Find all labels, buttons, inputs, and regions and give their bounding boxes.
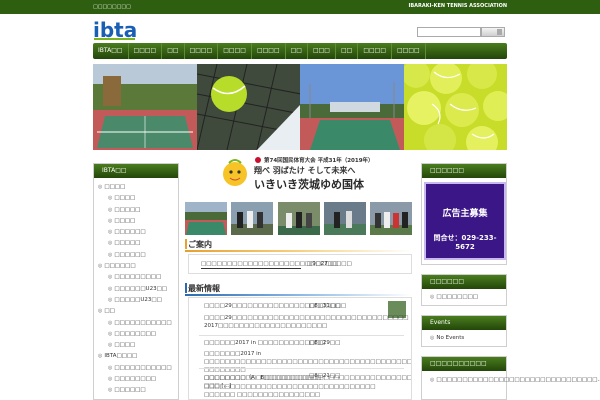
- sidebar-left-title: IBTA□□: [94, 164, 178, 178]
- links-widget: □□□□□□ □□□□□□□□: [421, 274, 507, 306]
- news-item-date: □8□31□□: [309, 303, 341, 309]
- ibta-logo-icon: ibta: [93, 19, 137, 41]
- ad-headline: 広告主募集: [442, 209, 488, 219]
- ad-widget-title: □□□□□□: [422, 164, 506, 178]
- events-widget: Events No Events: [421, 315, 507, 347]
- links-widget-title: □□□□□□: [422, 275, 506, 289]
- notice-date: □9□27□□: [307, 261, 339, 267]
- notice-box: □□□□□□□□□□□□□□□□□□□□□□□□□□□□□ □9□27□□: [188, 254, 412, 274]
- kokutai-banner[interactable]: 第74回国民体育大会 平成31年（2019年） 翔べ 羽ばたけ そして未来へ い…: [220, 155, 378, 191]
- news-item-excerpt: □□□□□□□□□□□□□□□□□□□□□□□□□□□□□□□□□ □□□□□□…: [204, 384, 376, 398]
- hero-photo-ball-net: [196, 64, 300, 150]
- thumbnail-photo[interactable]: [231, 202, 274, 235]
- news-item-title[interactable]: □□□□□□2017 in □□□□□□□□□□□□□: [204, 340, 325, 346]
- sidebar-link[interactable]: □□□□: [98, 193, 176, 204]
- nav-item[interactable]: □□□□: [358, 43, 393, 59]
- links-widget-item[interactable]: □□□□□□□□: [422, 294, 506, 300]
- nav-item[interactable]: □□: [286, 43, 308, 59]
- nav-item[interactable]: □□□□: [392, 43, 426, 59]
- sidebar-category[interactable]: □□: [98, 306, 176, 317]
- nav-item[interactable]: □□□□: [185, 43, 219, 59]
- main-nav: IBTA□□ □□□□ □□ □□□□ □□□□ □□□□ □□ □□□ □□ □□□□ □□□□: [93, 43, 507, 59]
- banner-line2: 翔べ 羽ばたけ そして未来へ: [254, 166, 356, 175]
- posts-widget-item[interactable]: □□□□□□□□□□□□□□□□□□□□□□□□□□□□□□□...: [422, 376, 600, 384]
- sidebar-link[interactable]: □□□□□□: [98, 250, 176, 261]
- sidebar-link[interactable]: □□□□□□□□□□□: [98, 363, 176, 374]
- ad-phone: 問合せ：029-233-5672: [433, 234, 497, 251]
- thumbnail-photo[interactable]: [277, 202, 320, 235]
- thumbnail-photo[interactable]: [185, 202, 227, 235]
- advertiser-wanted-banner[interactable]: 広告主募集 問合せ：029-233-5672: [424, 182, 506, 260]
- sidebar-category[interactable]: □□□□□□: [98, 261, 176, 272]
- notice-link-underline: [201, 268, 301, 269]
- site-logo[interactable]: ibta: [93, 19, 137, 41]
- posts-widget: □□□□□□□□□□ □□□□□□□□□□□□□□□□□□□□□□□□□□□□□…: [421, 356, 600, 400]
- sidebar-link[interactable]: □□□□□□: [98, 227, 176, 238]
- sidebar-link[interactable]: □□□□: [98, 216, 176, 227]
- search-icon: [497, 29, 502, 35]
- nav-item[interactable]: □□□: [308, 43, 336, 59]
- sidebar-category[interactable]: IBTA□□□□: [98, 351, 176, 362]
- notice-title-marker: [185, 239, 187, 249]
- top-bar-association-name: IBARAKI-KEN TENNIS ASSOCIATION: [408, 3, 508, 9]
- events-widget-empty: No Events: [422, 335, 506, 341]
- news-item-title[interactable]: □□□□□□□□（A B□□□□□□□□□□□: [204, 373, 321, 381]
- news-separator: [199, 368, 404, 369]
- banner-line1: 第74回国民体育大会 平成31年（2019年）: [264, 158, 374, 164]
- nav-item[interactable]: IBTA□□: [93, 43, 129, 59]
- photo-thumbnails: [185, 202, 412, 235]
- news-item-date: □8□29□□: [309, 340, 341, 346]
- sidebar-link[interactable]: □□□□□U23□□: [98, 295, 176, 306]
- nav-item[interactable]: □□: [162, 43, 185, 59]
- nav-item[interactable]: □□□□: [218, 43, 252, 59]
- svg-text:ibta: ibta: [93, 19, 137, 41]
- hero-photo-tennis-balls: [403, 64, 507, 150]
- nav-item[interactable]: □□□□: [129, 43, 163, 59]
- hero-photo-courts: [93, 64, 197, 150]
- news-item-date: □8□21□□: [309, 373, 341, 379]
- thumbnail-photo[interactable]: [323, 202, 366, 235]
- sidebar-link[interactable]: □□□□□: [98, 205, 176, 216]
- sidebar-left-menu: □□□□□□□□□□□□□□□□□□□□□□□□□□□□□□□□□□□□□□□□…: [94, 178, 178, 397]
- nav-item[interactable]: □□: [336, 43, 359, 59]
- top-bar-tagline: □□□□□□□□: [93, 4, 131, 10]
- news-title-underline: [185, 294, 412, 296]
- top-bar: □□□□□□□□ IBARAKI-KEN TENNIS ASSOCIATION: [0, 0, 600, 14]
- sidebar-link[interactable]: □□□□□□□□□□□: [98, 318, 176, 329]
- news-item-excerpt: □□□□29□□□□□□□□□□□□□□□□□□□□□□□□□□□□□□□□□□…: [204, 315, 409, 329]
- nav-item[interactable]: □□□□: [252, 43, 286, 59]
- sidebar-link[interactable]: □□□□□: [98, 238, 176, 249]
- posts-widget-title: □□□□□□□□□□: [422, 357, 506, 371]
- sidebar-link[interactable]: □□□□□□: [98, 385, 176, 396]
- search-input[interactable]: [417, 27, 481, 37]
- notice-title-underline: [185, 250, 412, 252]
- ad-widget: □□□□□□ 広告主募集 問合せ：029-233-5672: [421, 163, 507, 265]
- sidebar-left: IBTA□□ □□□□□□□□□□□□□□□□□□□□□□□□□□□□□□□□□…: [93, 163, 179, 400]
- events-widget-title: Events: [422, 316, 506, 330]
- notice-section-title: ご案内: [188, 240, 212, 249]
- hero-photo-strip: [93, 64, 507, 150]
- news-separator: [199, 335, 404, 336]
- sidebar-link[interactable]: □□□□□□□□: [98, 374, 176, 385]
- sidebar-link[interactable]: □□□□□□□□□: [98, 272, 176, 283]
- thumbnail-photo[interactable]: [370, 202, 412, 235]
- banner-line3: いきいき茨城ゆめ国体: [254, 178, 364, 191]
- hero-photo-stadium: [300, 64, 404, 150]
- search-button[interactable]: [481, 27, 505, 37]
- sidebar-link[interactable]: □□□□□□□□: [98, 329, 176, 340]
- sidebar-category[interactable]: □□□□: [98, 182, 176, 193]
- news-title-marker: [185, 283, 187, 293]
- sidebar-link[interactable]: □□□□□□U23□□: [98, 284, 176, 295]
- news-section-title: 最新情報: [188, 284, 220, 293]
- search-form: [417, 26, 507, 39]
- news-list: □□□□29□□□□□□□□□□□□□□□□□□□□□□ □8□31□□ □□□…: [188, 297, 412, 400]
- sidebar-link[interactable]: □□□□: [98, 340, 176, 351]
